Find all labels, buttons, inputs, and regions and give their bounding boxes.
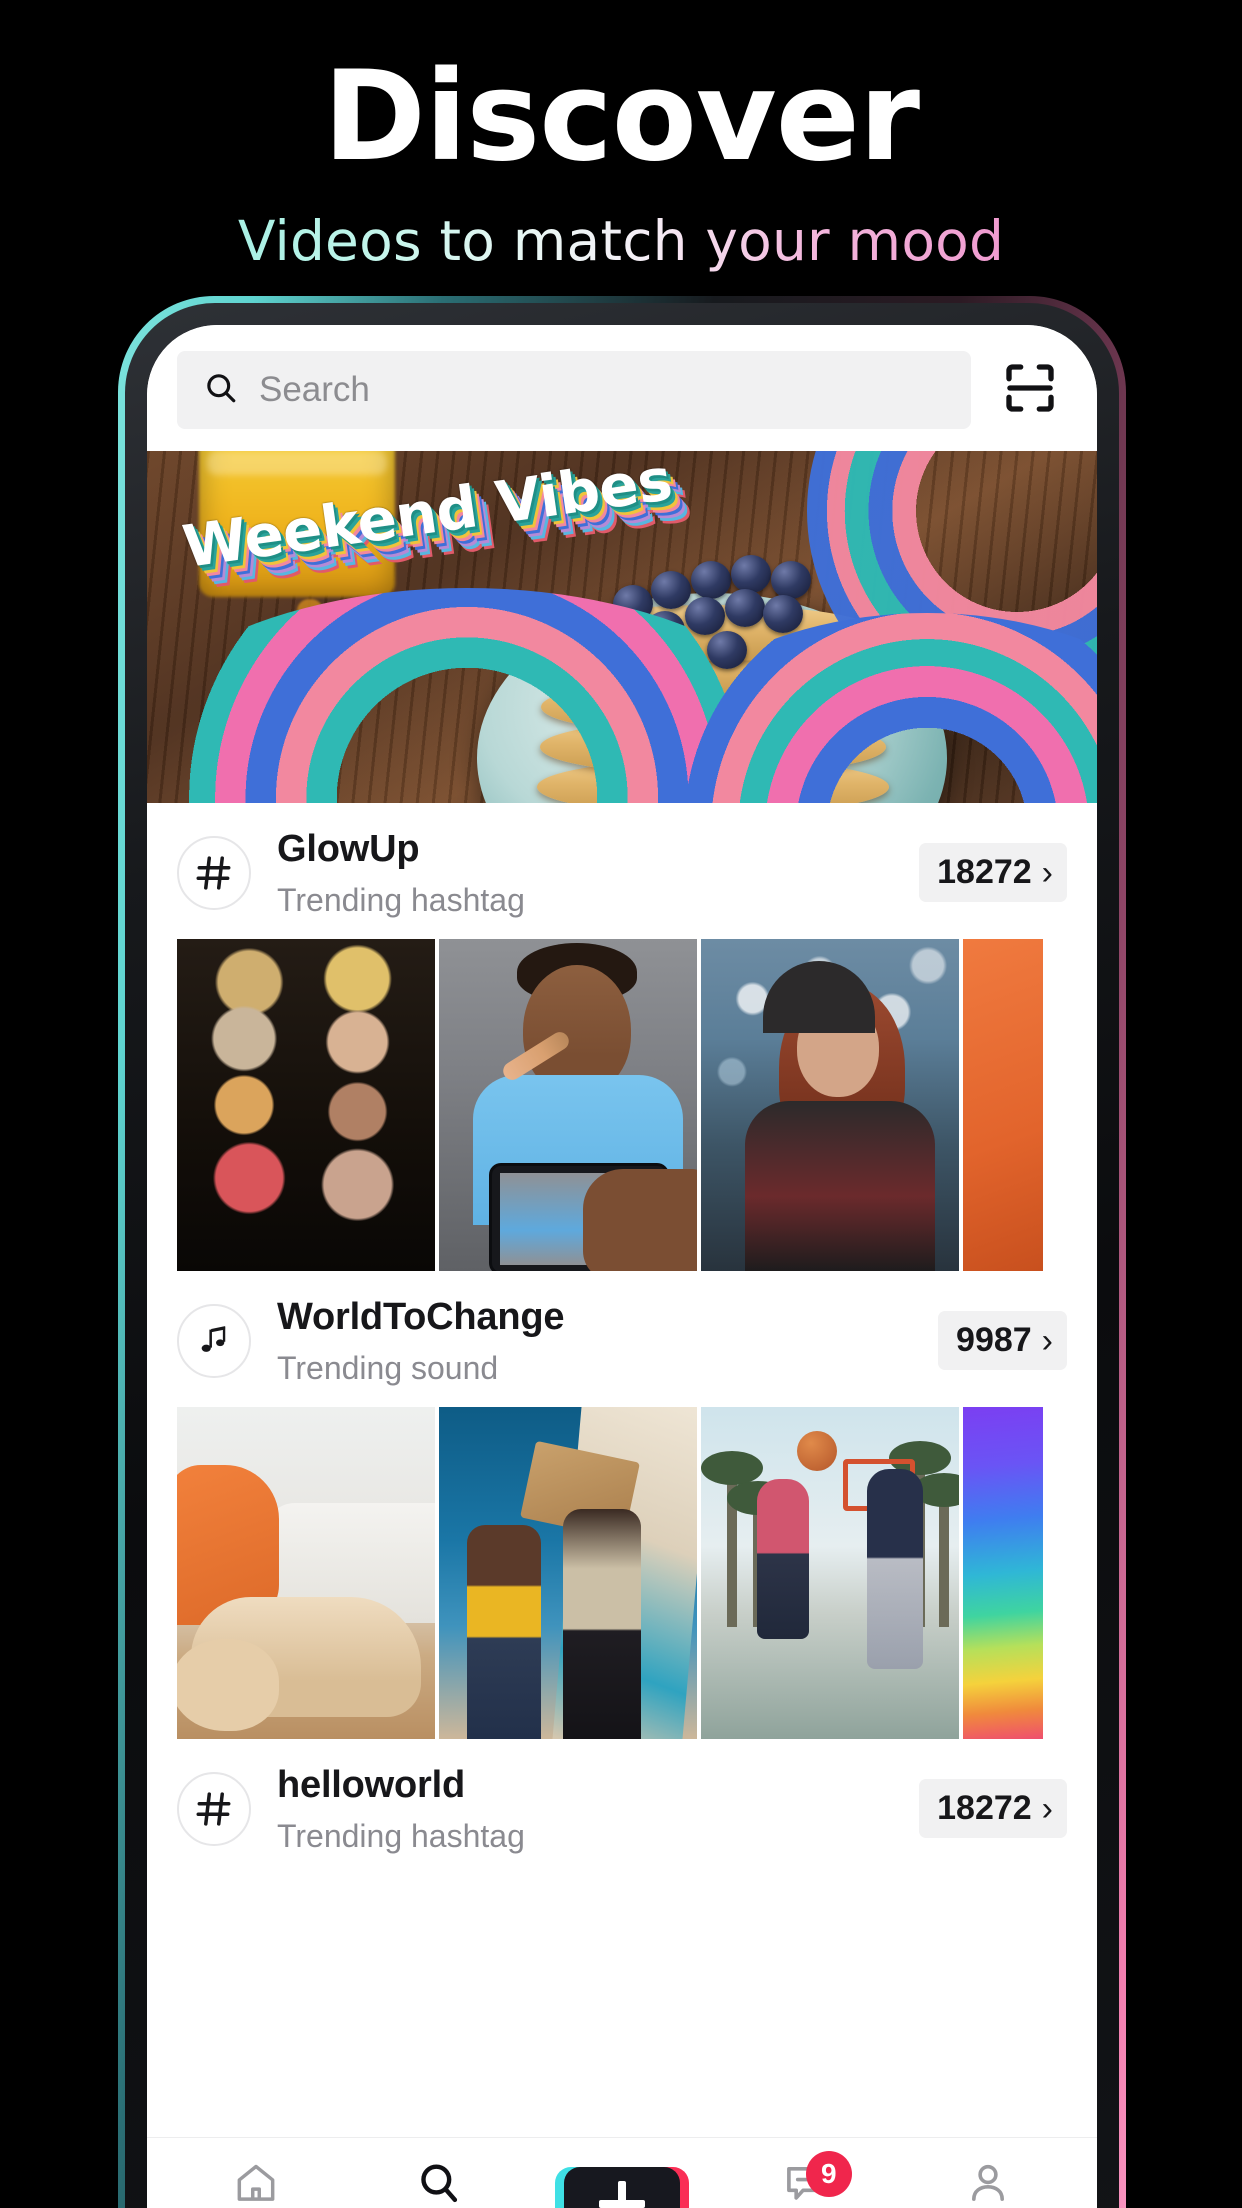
trend-text: WorldToChange Trending sound: [251, 1295, 938, 1387]
video-thumbnail[interactable]: [963, 938, 1043, 1271]
trend-title: WorldToChange: [277, 1295, 565, 1338]
trend-row[interactable]: GlowUp Trending hashtag 18272 ›: [147, 803, 1097, 939]
app-header: Search: [147, 325, 1097, 451]
video-thumbnail[interactable]: [439, 1406, 697, 1739]
scan-button[interactable]: [993, 353, 1067, 427]
trend-count: 18272: [937, 853, 1032, 892]
hashtag-icon: [177, 835, 251, 910]
video-thumbnail[interactable]: [701, 1406, 959, 1739]
search-placeholder: Search: [259, 370, 370, 409]
promo-header: Discover Videos to match your mood: [0, 0, 1242, 273]
home-icon: [233, 2159, 279, 2207]
nav-item-home[interactable]: Home: [181, 2159, 331, 2208]
page-subtitle: Videos to match your mood: [237, 209, 1005, 274]
trend-title: GlowUp: [277, 828, 420, 870]
trend-subtitle: Trending sound: [277, 1349, 499, 1386]
trend-subtitle: Trending hashtag: [277, 1817, 525, 1854]
search-icon: [416, 2159, 462, 2207]
trend-text: GlowUp Trending hashtag: [251, 827, 919, 919]
inbox-badge: 9: [805, 2151, 852, 2197]
trend-subtitle: Trending hashtag: [277, 881, 525, 918]
video-thumbnail[interactable]: [177, 1406, 435, 1739]
thumbnail-strip[interactable]: [147, 938, 1097, 1271]
nav-item-me[interactable]: Me: [913, 2159, 1063, 2208]
trend-count: 18272: [937, 1789, 1032, 1828]
page-title: Discover: [322, 45, 920, 189]
trend-title: helloworld: [277, 1763, 466, 1806]
trend-row[interactable]: helloworld Trending hashtag 18272 ›: [147, 1738, 1097, 1875]
chevron-right-icon: ›: [1041, 1789, 1053, 1828]
search-input[interactable]: Search: [177, 351, 971, 429]
promo-screenshot: Discover Videos to match your mood Searc…: [0, 0, 1242, 2208]
phone-bezel: Search Weekend Vibes GlowUp Trending has…: [125, 303, 1119, 2208]
trend-count-chip[interactable]: 18272 ›: [919, 1779, 1067, 1839]
trend-count-chip[interactable]: 18272 ›: [919, 843, 1067, 903]
person-icon: [965, 2159, 1011, 2207]
create-button[interactable]: [554, 2166, 689, 2208]
thumbnail-strip[interactable]: [147, 1406, 1097, 1739]
video-thumbnail[interactable]: [701, 938, 959, 1271]
trend-text: helloworld Trending hashtag: [251, 1763, 919, 1855]
trend-row[interactable]: WorldToChange Trending sound 9987 ›: [147, 1270, 1097, 1407]
trend-count: 9987: [956, 1321, 1032, 1360]
chevron-right-icon: ›: [1041, 853, 1053, 892]
phone-screen: Search Weekend Vibes GlowUp Trending has…: [147, 325, 1097, 2208]
search-icon: [203, 370, 239, 411]
video-thumbnail[interactable]: [439, 938, 697, 1271]
plus-icon: [598, 2180, 645, 2208]
video-thumbnail[interactable]: [177, 938, 435, 1271]
hero-banner[interactable]: Weekend Vibes: [147, 451, 1097, 803]
chevron-right-icon: ›: [1041, 1321, 1053, 1360]
scan-icon: [1002, 360, 1058, 421]
hashtag-icon: [177, 1771, 251, 1846]
video-thumbnail[interactable]: [963, 1406, 1043, 1739]
trend-count-chip[interactable]: 9987 ›: [938, 1311, 1067, 1371]
nav-item-discover[interactable]: Discover: [364, 2159, 514, 2208]
nav-item-create[interactable]: [547, 2166, 697, 2208]
phone-mockup: Search Weekend Vibes GlowUp Trending has…: [118, 296, 1126, 2208]
nav-item-inbox[interactable]: 9 Inbox: [730, 2151, 880, 2208]
bottom-navigation: Home Discover: [147, 2137, 1097, 2208]
music-note-icon: [177, 1303, 251, 1378]
